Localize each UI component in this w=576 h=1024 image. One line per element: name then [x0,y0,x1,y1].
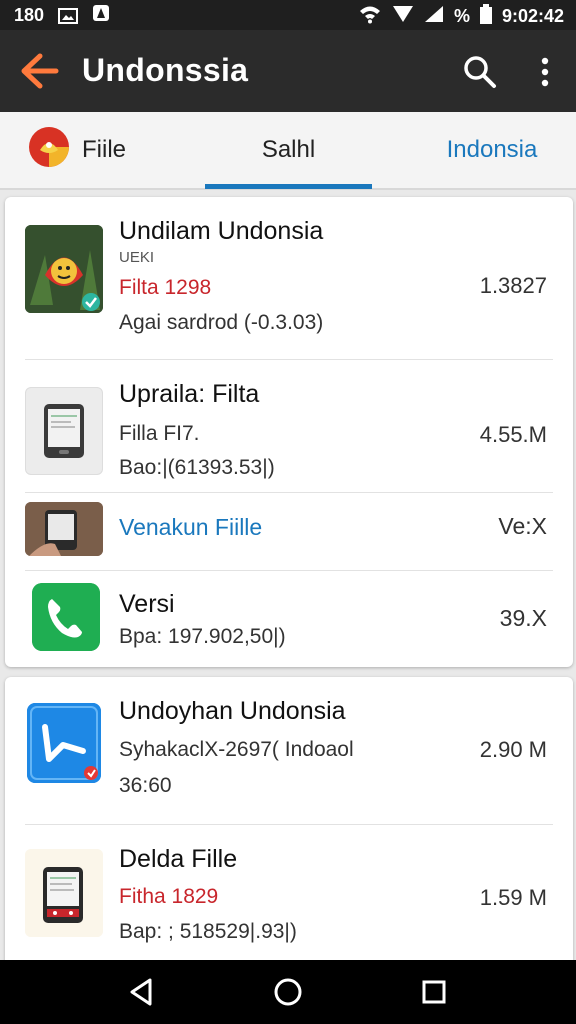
item-title: Delda Fille [119,845,238,873]
item-detail: Bao:|(61393.53|) [119,456,275,479]
tab-indonsia[interactable]: Indonsia [412,112,572,188]
item-detail: 36:60 [119,774,172,797]
item-version: 39.X [499,605,547,631]
item-size: 2.90 M [479,737,547,762]
picture-icon [58,7,79,24]
item-tag: UEKI [119,249,155,266]
list-item[interactable]: Undoyhan Undonsia SyhakaclX-2697( Indoao… [5,677,573,825]
app-title: Undonssia [82,52,249,88]
flag-logo-icon [28,126,70,175]
list-item[interactable]: Versi Bpa: 197.902,50|) 39.X [5,571,573,667]
item-detail: Agai sardrod (-0.3.03) [119,311,324,334]
list-item[interactable]: Upraila: Filta Filla FI7. Bao:|(61393.53… [5,360,573,493]
nav-recents-icon[interactable] [414,974,454,1010]
item-subtitle: Filta 1298 [119,276,212,299]
ereader-device-icon [25,387,103,475]
list-item[interactable]: Undilam Undonsia UEKI Filta 1298 Agai sa… [5,197,573,360]
item-version: Ve:X [498,513,547,539]
navigation-bar [0,960,576,1024]
more-vert-icon[interactable] [530,52,560,92]
phone-call-icon [32,583,100,651]
item-subtitle: Filla FI7. [119,422,200,445]
tab-file[interactable]: Fiile [28,112,188,188]
item-subtitle: Fitha 1829 [119,885,219,908]
list-item[interactable]: Venakun Fiille Ve:X [5,493,573,571]
file-list-card-2: Undoyhan Undonsia SyhakaclX-2697( Indoao… [5,677,573,967]
app-thumbnail-icon [25,225,103,313]
status-time: 9:02:42 [501,6,564,26]
item-detail: Bap: ; 518529|.93|) [119,920,297,943]
device-photo-icon [25,502,103,556]
triangle-a-icon [92,4,110,27]
wifi-icon [358,4,382,29]
item-title: Upraila: Filta [119,380,260,408]
item-title: Venakun Fiille [119,514,263,540]
tab-salhl[interactable]: Salhl [205,112,372,188]
chart-app-icon [27,703,101,783]
item-detail: Bpa: 197.902,50|) [119,625,286,648]
app-bar: Undonssia [0,30,576,112]
signal-wedge-icon [392,5,414,28]
item-title: Versi [119,590,175,618]
list-item[interactable]: Delda Fille Fitha 1829 Bap: ; 518529|.93… [5,825,573,967]
search-icon[interactable] [460,52,500,92]
tab-file-label: Fiile [82,136,127,163]
signal-bars-icon [424,5,444,28]
item-size: 1.3827 [479,273,547,298]
battery-icon [479,4,492,29]
item-title: Undoyhan Undonsia [119,697,346,725]
file-device-icon [25,849,103,937]
item-size: 1.59 M [479,885,547,910]
status-bar: 180 % 9:02:42 [0,0,576,30]
status-number: 180 [14,5,45,25]
item-subtitle: SyhakaclX-2697( Indoaol [119,738,354,761]
tab-indonsia-label: Indonsia [446,136,538,163]
file-list-card-1: Undilam Undonsia UEKI Filta 1298 Agai sa… [5,197,573,667]
item-title: Undilam Undonsia [119,217,324,245]
nav-back-icon[interactable] [122,974,162,1010]
tab-bar: Fiile Salhl Indonsia [0,112,576,190]
battery-percent: % [453,6,470,26]
item-size: 4.55.M [479,422,547,447]
nav-home-icon[interactable] [268,974,308,1010]
tab-indicator [205,184,372,189]
back-arrow-icon[interactable] [18,50,62,92]
tab-salhl-label: Salhl [261,136,316,163]
